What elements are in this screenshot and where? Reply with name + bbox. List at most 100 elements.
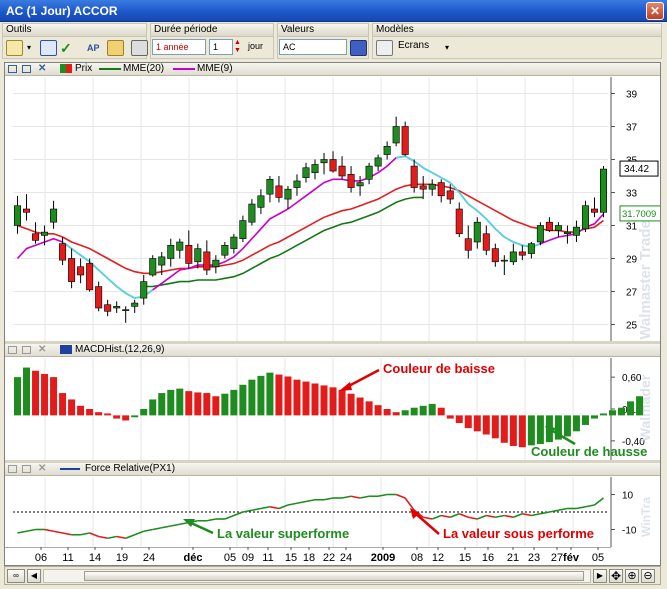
- candle-body: [419, 185, 427, 190]
- hand-icon[interactable]: [107, 40, 124, 56]
- panel-maximize-icon[interactable]: [22, 465, 31, 473]
- histogram-legend-icon: [60, 345, 72, 354]
- window-titlebar: AC (1 Jour) ACCOR ✕: [0, 0, 667, 22]
- candle-body: [239, 220, 247, 240]
- macd-bar: [104, 413, 112, 416]
- macd-bar: [527, 415, 535, 446]
- candle-body: [536, 225, 544, 243]
- macd-bar: [167, 389, 175, 416]
- candle-body: [347, 174, 355, 188]
- panel-menu-icon[interactable]: [8, 346, 17, 354]
- macd-bar: [500, 415, 508, 443]
- link-icon[interactable]: ∞: [7, 569, 25, 583]
- screens-icon[interactable]: [376, 40, 393, 56]
- move-icon[interactable]: ✥: [609, 569, 623, 583]
- mme9-cyan-line: [62, 241, 154, 299]
- scroll-right-button[interactable]: ▶: [593, 569, 607, 583]
- legend-mme9: MME(9): [197, 63, 233, 74]
- price-chart[interactable]: 3937353331292725Walmaster Trader34.4231.…: [5, 77, 660, 341]
- rs-line-segment: [152, 526, 162, 531]
- rs-chart[interactable]: 10 -10 WinTra La valeur superforme La valeur…: [5, 477, 660, 547]
- price-tick-label: 31: [626, 222, 638, 233]
- price-tick-label: 29: [626, 255, 638, 266]
- candle-body: [77, 266, 85, 276]
- panel-maximize-icon[interactable]: [22, 346, 31, 354]
- macd-bar: [131, 415, 139, 418]
- rs-line-segment: [287, 502, 298, 506]
- zoom-in-icon[interactable]: ⊕: [625, 569, 639, 583]
- dropdown-arrow-icon[interactable]: ▾: [27, 40, 37, 56]
- symbol-input[interactable]: AC: [279, 39, 347, 55]
- panel-close-icon[interactable]: ✕: [38, 463, 46, 475]
- rs-line-segment: [44, 528, 54, 533]
- horizontal-scrollbar[interactable]: ∞ ◀ ▶ ✥ ⊕ ⊖: [4, 566, 661, 585]
- rs-line-segment: [449, 513, 460, 518]
- rs-line-segment: [251, 507, 262, 512]
- period-count-input[interactable]: 1: [209, 39, 233, 55]
- macd-bar: [509, 415, 517, 446]
- spinner-icon[interactable]: ▲ ▼: [234, 39, 244, 55]
- macd-bar: [293, 379, 301, 416]
- panel-menu-icon[interactable]: [8, 465, 17, 473]
- candle-body: [68, 258, 76, 282]
- ap-icon[interactable]: AP: [87, 40, 104, 56]
- chart-icon[interactable]: [40, 40, 57, 56]
- x-tick-label: 09: [242, 552, 254, 564]
- rs-title: Force Relative(PX1): [85, 463, 176, 474]
- legend-mme20: MME(20): [123, 63, 165, 74]
- candle-body: [374, 157, 382, 167]
- macd-bar: [491, 415, 499, 439]
- last-price-label: 34.42: [624, 164, 649, 175]
- price-tick-label: 39: [626, 90, 638, 101]
- macd-bar: [95, 412, 103, 416]
- macd-bar: [365, 401, 373, 416]
- price-tick-label: 27: [626, 288, 638, 299]
- scroll-track[interactable]: [43, 569, 591, 583]
- rs-tick-label: 10: [622, 491, 634, 502]
- scroll-thumb[interactable]: [84, 571, 584, 581]
- candle-body: [59, 243, 67, 261]
- panel-close-icon[interactable]: ✕: [38, 63, 46, 75]
- rs-line-segment: [296, 500, 307, 505]
- close-button[interactable]: ✕: [646, 2, 664, 20]
- rs-line-segment: [26, 528, 36, 533]
- x-tick-label: 2009: [371, 552, 395, 564]
- dropdown-arrow-icon[interactable]: ▾: [445, 40, 455, 56]
- macd-bar: [221, 393, 229, 416]
- candle-body: [491, 248, 499, 263]
- candle-body: [428, 183, 436, 190]
- macd-title: MACDHist.(12,26,9): [75, 344, 165, 355]
- x-tick-label: déc: [184, 552, 203, 564]
- period-select[interactable]: 1 année: [152, 39, 206, 55]
- candle-body: [293, 180, 301, 188]
- edit-icon[interactable]: [6, 40, 23, 56]
- zoom-out-icon[interactable]: ⊖: [641, 569, 655, 583]
- candle-body: [14, 205, 22, 226]
- macd-bar: [311, 383, 319, 416]
- macd-bar: [68, 399, 76, 416]
- panel-maximize-icon[interactable]: [22, 65, 31, 73]
- candle-body: [113, 306, 121, 309]
- macd-chart[interactable]: 0,600,10-0,40WalmaderCouleur de baisseCo…: [5, 358, 660, 460]
- rs-line-segment: [504, 514, 514, 519]
- scroll-left-button[interactable]: ◀: [27, 569, 41, 583]
- rs-line-segment: [305, 498, 316, 503]
- candle-body: [140, 281, 148, 299]
- x-tick-label: 11: [62, 552, 73, 564]
- macd-bar: [77, 405, 85, 416]
- annotation-baisse: Couleur de baisse: [383, 361, 495, 376]
- period-unit[interactable]: jour: [245, 39, 273, 55]
- rs-line-segment: [458, 513, 469, 518]
- rs-line-segment: [206, 518, 216, 522]
- panel-menu-icon[interactable]: [8, 65, 17, 73]
- check-icon[interactable]: ✓: [60, 40, 77, 56]
- rs-line-segment: [431, 514, 442, 520]
- panel-close-icon[interactable]: ✕: [38, 344, 46, 356]
- candle-body: [527, 243, 535, 254]
- annotation-superforme: La valeur superforme: [217, 526, 349, 541]
- camera-icon[interactable]: [131, 40, 148, 56]
- duree-group: Durée période 1 année 1 ▲ ▼ jour: [150, 23, 274, 59]
- macd-bar: [266, 372, 274, 416]
- candle-body: [221, 245, 229, 256]
- book-icon[interactable]: [350, 40, 367, 56]
